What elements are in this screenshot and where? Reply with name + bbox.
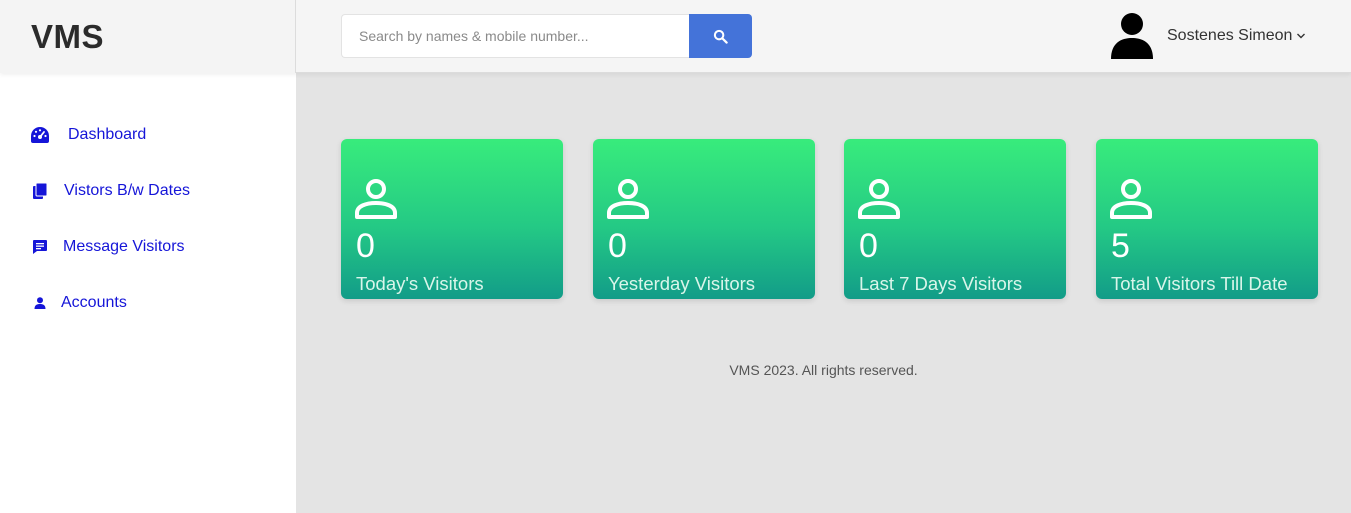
stat-label: Last 7 Days Visitors: [859, 273, 1023, 294]
sidebar-item-label: Message Visitors: [63, 238, 185, 255]
search-button[interactable]: [689, 14, 752, 58]
sidebar: Dashboard Vistors B/w Dates Message Visi…: [0, 73, 296, 513]
dashboard-gauge-icon: [30, 125, 50, 145]
brand-logo-text[interactable]: VMS: [31, 18, 104, 56]
stat-card-last-7-days[interactable]: 0 Last 7 Days Visitors: [844, 139, 1066, 299]
sidebar-item-visitors-between-dates[interactable]: Vistors B/w Dates: [30, 181, 190, 201]
stat-label: Yesterday Visitors: [608, 273, 756, 294]
documents-icon: [30, 181, 50, 201]
sidebar-item-label: Dashboard: [68, 126, 147, 143]
sidebar-item-message-visitors[interactable]: Message Visitors: [30, 237, 185, 257]
stat-card-today[interactable]: 0 Today's Visitors: [341, 139, 563, 299]
top-bar: VMS Sostenes Simeon: [0, 0, 1351, 73]
person-icon: [30, 293, 50, 313]
user-outline-icon: [607, 179, 649, 219]
user-menu[interactable]: Sostenes Simeon: [1111, 13, 1306, 59]
search-form: [341, 14, 752, 58]
stat-count: 0: [356, 227, 375, 265]
sidebar-item-label: Vistors B/w Dates: [64, 182, 190, 199]
footer-copyright: VMS 2023. All rights reserved.: [729, 362, 918, 378]
user-name: Sostenes Simeon: [1167, 27, 1293, 44]
stat-count: 0: [608, 227, 627, 265]
stat-count: 0: [859, 227, 878, 265]
chevron-down-icon: [1297, 33, 1306, 39]
sidebar-item-label: Accounts: [61, 294, 127, 311]
user-outline-icon: [355, 179, 397, 219]
user-outline-icon: [1110, 179, 1152, 219]
stat-label: Today's Visitors: [356, 273, 484, 294]
user-avatar-icon: [1111, 13, 1153, 59]
sidebar-item-dashboard[interactable]: Dashboard: [30, 125, 146, 145]
stat-card-total[interactable]: 5 Total Visitors Till Date: [1096, 139, 1318, 299]
stat-label: Total Visitors Till Date: [1111, 273, 1288, 294]
stat-card-yesterday[interactable]: 0 Yesterday Visitors: [593, 139, 815, 299]
message-icon: [30, 237, 50, 257]
search-icon: [713, 29, 728, 44]
user-outline-icon: [858, 179, 900, 219]
brand-area: VMS: [0, 0, 296, 73]
stat-count: 5: [1111, 227, 1130, 265]
sidebar-item-accounts[interactable]: Accounts: [30, 293, 127, 313]
search-input[interactable]: [341, 14, 689, 58]
